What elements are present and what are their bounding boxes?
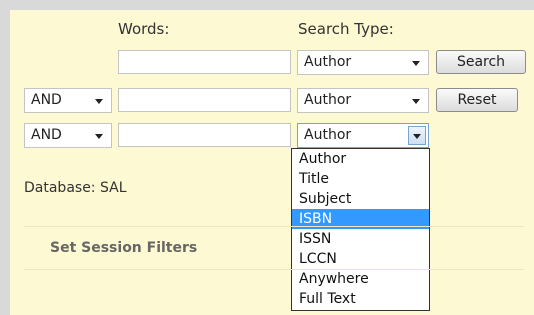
search-type-select-2[interactable]: Author	[297, 88, 429, 113]
dropdown-option-anywhere[interactable]: Anywhere	[292, 269, 429, 289]
chevron-down-icon	[413, 134, 421, 139]
search-button[interactable]: Search	[436, 50, 526, 74]
words-input-2[interactable]	[118, 88, 291, 112]
search-type-header: Search Type:	[298, 20, 394, 38]
boolean-operator-value: AND	[31, 127, 62, 143]
search-type-value: Author	[304, 54, 352, 70]
set-session-filters-link[interactable]: Set Session Filters	[50, 240, 197, 256]
dropdown-option-subject[interactable]: Subject	[292, 189, 429, 209]
dropdown-option-full-text[interactable]: Full Text	[292, 289, 429, 309]
dropdown-option-title[interactable]: Title	[292, 169, 429, 189]
chevron-down-icon	[95, 134, 103, 139]
dropdown-option-author[interactable]: Author	[292, 149, 429, 169]
database-label: Database: SAL	[24, 180, 127, 196]
reset-button[interactable]: Reset	[436, 88, 518, 112]
search-type-value: Author	[304, 92, 352, 108]
boolean-operator-select-2[interactable]: AND	[24, 88, 112, 113]
words-input-1[interactable]	[118, 50, 291, 74]
words-header: Words:	[118, 20, 170, 38]
boolean-operator-select-3[interactable]: AND	[24, 123, 112, 148]
words-input-3[interactable]	[118, 123, 291, 147]
chevron-down-icon	[412, 61, 420, 66]
search-type-select-1[interactable]: Author	[297, 50, 429, 75]
dropdown-toggle-button[interactable]	[408, 126, 426, 145]
boolean-operator-value: AND	[31, 92, 62, 108]
chevron-down-icon	[412, 99, 420, 104]
chevron-down-icon	[95, 99, 103, 104]
search-type-value: Author	[304, 127, 352, 143]
search-type-select-3[interactable]: Author	[297, 123, 429, 148]
